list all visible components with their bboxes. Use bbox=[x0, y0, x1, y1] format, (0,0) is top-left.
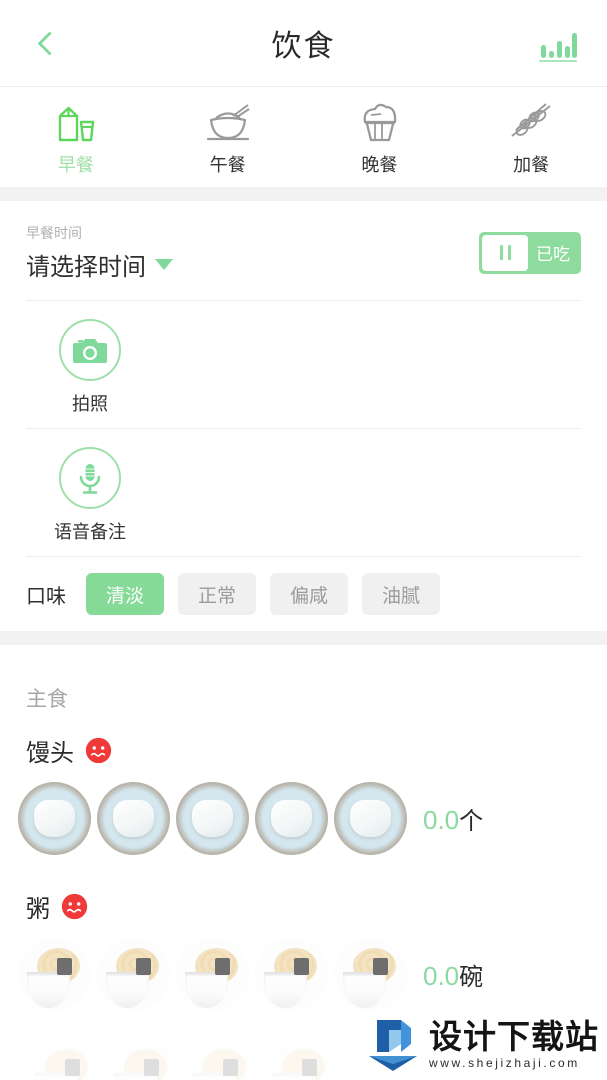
quantity-unit: 碗 bbox=[459, 964, 484, 991]
taste-row: 口味 清淡 正常 偏咸 油腻 bbox=[0, 557, 607, 631]
red-confounded-face-icon bbox=[85, 737, 112, 764]
diet-screen: 饮食 早餐 午餐 晚餐 加餐 早餐时间 请选择时间 已吃 拍照 语音备注 口味 … bbox=[0, 0, 607, 1080]
food-item-mantou: 馒头 0.0 个 bbox=[0, 733, 607, 865]
meal-detail-card: 早餐时间 请选择时间 已吃 拍照 语音备注 口味 清淡 正常 偏咸 油腻 bbox=[0, 201, 607, 631]
tab-snack-label: 加餐 bbox=[513, 155, 550, 175]
pause-bars-icon bbox=[482, 234, 528, 271]
taste-option-normal[interactable]: 正常 bbox=[178, 573, 256, 615]
food-item-congee: 粥 0.0 碗 bbox=[0, 889, 607, 1021]
tab-breakfast[interactable]: 早餐 bbox=[0, 87, 152, 187]
eaten-toggle-label: 已吃 bbox=[536, 245, 570, 264]
watermark: 设计下载站 www.shejizhaji.com bbox=[367, 1018, 599, 1072]
meal-time-row: 早餐时间 请选择时间 已吃 bbox=[0, 201, 607, 300]
watermark-url: www.shejizhaji.com bbox=[429, 1056, 580, 1071]
quantity-display: 0.0 个 bbox=[423, 801, 483, 836]
tab-lunch-label: 午餐 bbox=[209, 155, 246, 175]
portion-option[interactable] bbox=[184, 1039, 257, 1080]
rice-bowl-icon bbox=[203, 97, 253, 147]
camera-icon bbox=[73, 339, 107, 363]
taste-option-greasy[interactable]: 油腻 bbox=[362, 573, 440, 615]
bar-chart-icon bbox=[539, 33, 577, 62]
portion-option[interactable] bbox=[255, 782, 328, 855]
portion-option[interactable] bbox=[18, 782, 91, 855]
skewer-icon bbox=[506, 97, 556, 147]
portion-selector: 0.0 个 bbox=[0, 782, 607, 865]
chevron-left-icon bbox=[36, 30, 62, 56]
portion-option[interactable] bbox=[97, 938, 170, 1011]
voice-note-action-label: 语音备注 bbox=[54, 522, 126, 542]
portion-option[interactable] bbox=[18, 938, 91, 1011]
statistics-button[interactable] bbox=[535, 23, 581, 63]
download-site-logo-icon bbox=[367, 1018, 419, 1072]
section-gap-1 bbox=[0, 187, 607, 201]
portion-option[interactable] bbox=[26, 1039, 99, 1080]
portion-selector: 0.0 碗 bbox=[0, 938, 607, 1021]
caret-down-icon bbox=[155, 259, 173, 270]
food-name-row: 粥 bbox=[0, 889, 607, 938]
tab-breakfast-label: 早餐 bbox=[57, 155, 94, 175]
photo-action[interactable]: 拍照 bbox=[26, 301, 154, 428]
portion-option[interactable] bbox=[255, 938, 328, 1011]
quantity-unit: 个 bbox=[459, 808, 484, 835]
portion-option[interactable] bbox=[334, 938, 407, 1011]
portion-option[interactable] bbox=[105, 1039, 178, 1080]
quantity-display: 0.0 碗 bbox=[423, 957, 483, 992]
tab-dinner-label: 晚餐 bbox=[361, 155, 398, 175]
cupcake-icon bbox=[355, 97, 403, 147]
microphone-button[interactable] bbox=[59, 447, 121, 509]
microphone-icon bbox=[79, 464, 101, 494]
meal-time-selector[interactable]: 早餐时间 请选择时间 bbox=[26, 223, 479, 282]
section-title: 主食 bbox=[26, 688, 68, 711]
staple-food-section: 主食 馒头 0.0 个 粥 0.0 碗 bbox=[0, 645, 607, 1080]
quantity-value: 0.0 bbox=[423, 961, 460, 991]
food-name-row: 馒头 bbox=[0, 733, 607, 782]
tab-snack[interactable]: 加餐 bbox=[455, 87, 607, 187]
portion-option[interactable] bbox=[334, 782, 407, 855]
back-button[interactable] bbox=[26, 20, 72, 66]
meal-time-value: 请选择时间 bbox=[26, 254, 146, 281]
meal-time-label: 早餐时间 bbox=[26, 225, 82, 241]
watermark-title: 设计下载站 bbox=[429, 1017, 599, 1055]
milk-carton-icon bbox=[53, 97, 99, 147]
tab-dinner[interactable]: 晚餐 bbox=[304, 87, 456, 187]
page-title: 饮食 bbox=[271, 30, 336, 63]
red-confounded-face-icon bbox=[61, 893, 88, 920]
portion-option[interactable] bbox=[176, 782, 249, 855]
taste-option-salty[interactable]: 偏咸 bbox=[270, 573, 348, 615]
photo-action-label: 拍照 bbox=[72, 394, 108, 414]
eaten-toggle[interactable]: 已吃 bbox=[479, 231, 581, 274]
meal-tabs: 早餐 午餐 晚餐 加餐 bbox=[0, 87, 607, 187]
quantity-value: 0.0 bbox=[423, 805, 460, 835]
portion-option[interactable] bbox=[263, 1039, 336, 1080]
tab-lunch[interactable]: 午餐 bbox=[152, 87, 304, 187]
food-name: 粥 bbox=[26, 896, 50, 923]
app-header: 饮食 bbox=[0, 0, 607, 86]
voice-note-action[interactable]: 语音备注 bbox=[26, 429, 154, 556]
taste-option-light[interactable]: 清淡 bbox=[86, 573, 164, 615]
camera-button[interactable] bbox=[59, 319, 121, 381]
taste-label: 口味 bbox=[26, 585, 66, 608]
portion-option[interactable] bbox=[97, 782, 170, 855]
portion-option[interactable] bbox=[176, 938, 249, 1011]
food-name: 馒头 bbox=[26, 740, 74, 767]
section-gap-2 bbox=[0, 631, 607, 645]
